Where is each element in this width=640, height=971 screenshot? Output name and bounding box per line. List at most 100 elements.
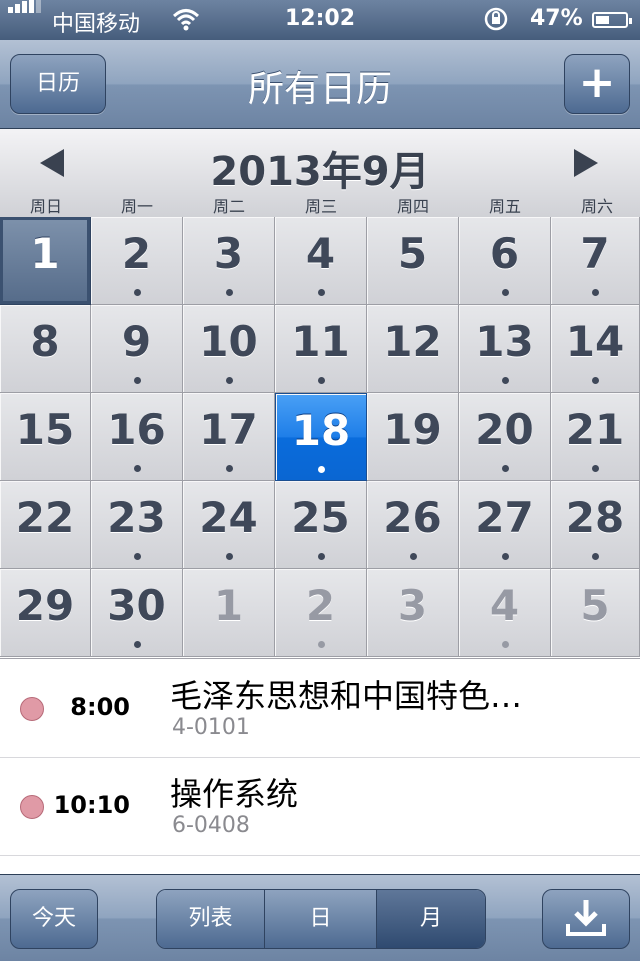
today-button[interactable]: 今天: [10, 889, 98, 949]
weekday-label: 周一: [120, 197, 153, 216]
day-cell[interactable]: 24: [183, 481, 275, 569]
calendar-grid: 1 2 3 4 5 6 7 8 9 10 11 12 13 14 15 16 17 18 19 20 21 22 23 24 2…: [0, 217, 640, 657]
day-number: 12: [383, 317, 442, 366]
event-indicator-dot: [225, 465, 233, 472]
event-time: 8:00: [70, 693, 130, 721]
event-indicator-dot: [133, 553, 141, 560]
day-number: 2: [121, 229, 152, 278]
day-cell[interactable]: 2: [91, 217, 183, 305]
event-indicator-dot: [501, 377, 509, 384]
calendar-color-dot: [20, 697, 44, 721]
event-indicator-dot: [317, 641, 325, 648]
day-cell[interactable]: 2: [275, 569, 367, 657]
day-number: 16: [107, 405, 166, 454]
day-cell[interactable]: 23: [91, 481, 183, 569]
day-number: 18: [291, 406, 351, 455]
inbox-button[interactable]: [542, 889, 630, 949]
day-cell[interactable]: 1: [183, 569, 275, 657]
day-cell[interactable]: 30: [91, 569, 183, 657]
day-cell[interactable]: 13: [459, 305, 551, 393]
day-cell[interactable]: 5: [551, 569, 640, 657]
event-indicator-dot: [133, 465, 141, 472]
day-cell[interactable]: 17: [183, 393, 275, 481]
day-cell[interactable]: 10: [183, 305, 275, 393]
weekday-label: 周五: [488, 197, 521, 216]
event-indicator-dot: [225, 377, 233, 384]
day-number: 6: [489, 229, 520, 278]
event-indicator-dot: [592, 553, 599, 560]
day-cell[interactable]: 16: [91, 393, 183, 481]
day-number: 5: [580, 581, 610, 630]
weekday-label: 周四: [396, 197, 429, 216]
day-cell[interactable]: 22: [0, 481, 91, 569]
day-number: 21: [565, 405, 625, 454]
add-event-button[interactable]: +: [564, 54, 630, 114]
day-cell[interactable]: 3: [367, 569, 459, 657]
weekday-label: 周三: [304, 197, 337, 216]
day-number: 29: [15, 581, 75, 630]
event-indicator-dot: [133, 377, 141, 384]
day-number: 1: [30, 229, 60, 278]
segment-month[interactable]: 月: [377, 890, 485, 948]
day-cell[interactable]: 11: [275, 305, 367, 393]
day-cell[interactable]: 28: [551, 481, 640, 569]
day-cell[interactable]: 8: [0, 305, 91, 393]
day-cell[interactable]: 19: [367, 393, 459, 481]
day-number: 17: [199, 405, 258, 454]
day-cell[interactable]: 3: [183, 217, 275, 305]
day-cell[interactable]: 18: [275, 393, 367, 481]
event-indicator-dot: [501, 465, 509, 472]
day-number: 9: [121, 317, 152, 366]
event-location: 6-0408: [172, 813, 250, 838]
weekday-label: 周六: [580, 197, 613, 216]
event-item[interactable]: 10:10 操作系统 6-0408: [0, 757, 640, 856]
day-number: 5: [397, 229, 428, 278]
event-indicator-dot: [317, 289, 325, 296]
day-cell[interactable]: 21: [551, 393, 640, 481]
battery-percent: 47%: [530, 6, 583, 31]
day-cell[interactable]: 9: [91, 305, 183, 393]
day-cell[interactable]: 29: [0, 569, 91, 657]
day-cell[interactable]: 6: [459, 217, 551, 305]
event-time: 10:10: [53, 791, 130, 819]
next-month-button[interactable]: [556, 143, 616, 183]
bottom-toolbar: 今天 列表 日 月: [0, 874, 640, 961]
day-number: 20: [475, 405, 534, 454]
day-number: 14: [565, 317, 625, 366]
download-tray-icon: [566, 900, 606, 936]
day-number: 25: [291, 493, 350, 542]
day-number: 3: [213, 229, 244, 278]
day-number: 4: [489, 581, 520, 630]
day-cell[interactable]: 20: [459, 393, 551, 481]
plus-icon: +: [578, 57, 616, 108]
day-cell[interactable]: 26: [367, 481, 459, 569]
day-cell[interactable]: 15: [0, 393, 91, 481]
segment-list[interactable]: 列表: [157, 890, 265, 948]
day-cell[interactable]: 14: [551, 305, 640, 393]
weekday-label: 周二: [212, 197, 245, 216]
segment-day[interactable]: 日: [265, 890, 377, 948]
day-cell[interactable]: 4: [275, 217, 367, 305]
day-number: 1: [213, 581, 244, 630]
day-cell[interactable]: 25: [275, 481, 367, 569]
day-number: 27: [475, 493, 534, 542]
day-cell[interactable]: 12: [367, 305, 459, 393]
event-title: 毛泽东思想和中国特色…: [170, 677, 523, 715]
day-cell[interactable]: 7: [551, 217, 640, 305]
event-item[interactable]: 8:00 毛泽东思想和中国特色… 4-0101: [0, 659, 640, 758]
day-cell[interactable]: 1: [0, 217, 91, 305]
day-number: 23: [107, 493, 166, 542]
day-number: 26: [383, 493, 442, 542]
rotation-lock-icon: [482, 5, 510, 39]
view-segmented-control: 列表 日 月: [156, 889, 486, 949]
day-cell[interactable]: 5: [367, 217, 459, 305]
event-indicator-dot: [317, 377, 325, 384]
calendar-color-dot: [20, 795, 44, 819]
day-number: 15: [15, 405, 75, 454]
event-indicator-dot: [225, 289, 233, 296]
event-location: 4-0101: [172, 715, 250, 740]
day-cell[interactable]: 27: [459, 481, 551, 569]
status-bar: 中国移动 12:02 47%: [0, 0, 640, 40]
navigation-bar: 日历 所有日历 +: [0, 40, 640, 129]
day-cell[interactable]: 4: [459, 569, 551, 657]
